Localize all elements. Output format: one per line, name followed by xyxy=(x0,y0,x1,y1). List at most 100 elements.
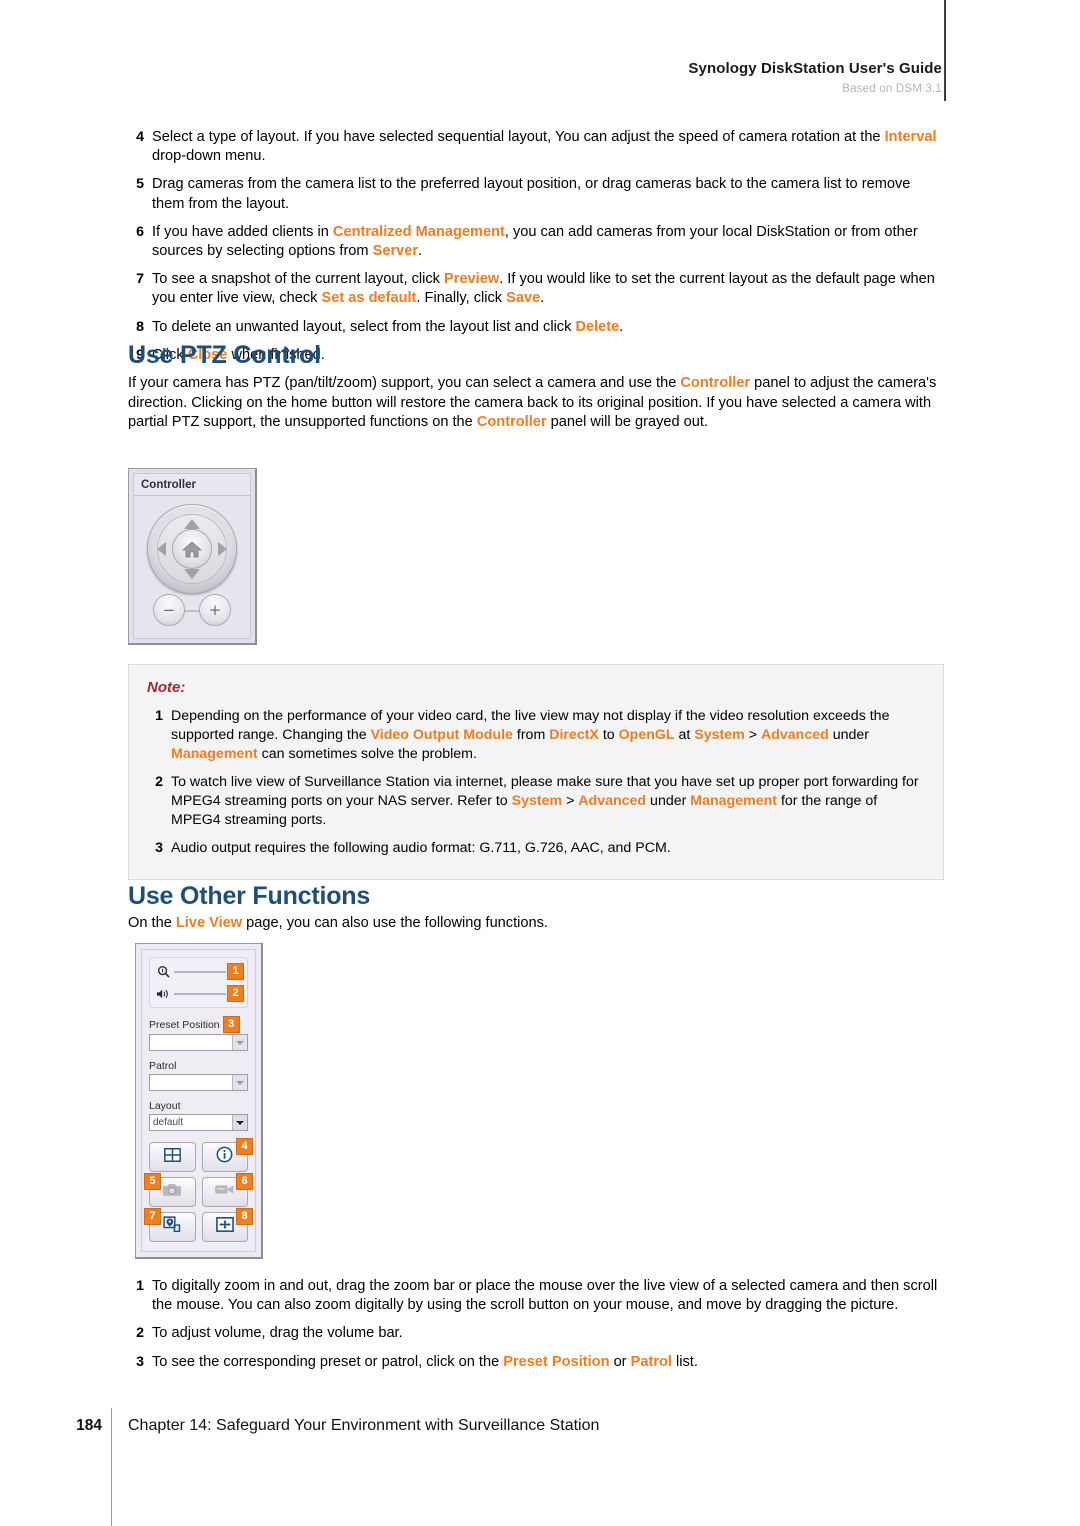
list-item-text: Audio output requires the following audi… xyxy=(171,840,671,856)
document-page: Synology DiskStation User's Guide Based … xyxy=(0,0,1080,1526)
list-item: 7 To see a snapshot of the current layout… xyxy=(128,270,944,308)
camcorder-icon xyxy=(214,1183,235,1201)
patrol-select[interactable] xyxy=(149,1074,248,1091)
fullscreen-button[interactable]: 8 xyxy=(201,1209,252,1242)
volume-slider-track[interactable] xyxy=(174,992,226,995)
ptz-dpad[interactable] xyxy=(147,504,237,594)
functions-panel-inner: 1 2 Preset Position 3 Patrol Layout defa… xyxy=(141,949,256,1252)
chevron-down-icon[interactable] xyxy=(232,1035,247,1050)
header-vertical-rule xyxy=(944,0,946,101)
list-item: 6 If you have added clients in Centralize… xyxy=(128,223,944,261)
controller-panel-title: Controller xyxy=(134,474,250,496)
text-run: under xyxy=(646,793,691,809)
volume-slider-row[interactable]: 2 xyxy=(154,985,243,1002)
list-item-number: 4 xyxy=(136,129,144,145)
preset-position-label-row: Preset Position 3 xyxy=(149,1017,248,1032)
keyword: Preset Position xyxy=(503,1353,610,1370)
footer-vertical-rule xyxy=(111,1408,112,1526)
snapshot-button[interactable]: 5 xyxy=(145,1174,196,1207)
list-item-text: To adjust volume, drag the volume bar. xyxy=(152,1325,403,1341)
keyword: Server xyxy=(372,243,419,260)
arrow-left-icon[interactable] xyxy=(157,542,166,556)
list-item-number: 5 xyxy=(136,176,144,193)
live-view-functions-panel: 1 2 Preset Position 3 Patrol Layout defa… xyxy=(135,943,263,1259)
list-item: 8 To delete an unwanted layout, select fr… xyxy=(128,318,944,337)
chapter-label: Chapter 14: Safeguard Your Environment w… xyxy=(128,1417,600,1434)
text-run: from xyxy=(512,727,550,743)
grid-icon xyxy=(163,1147,181,1167)
text-run: . xyxy=(418,243,423,260)
zoom-buttons-row: − + xyxy=(134,594,250,626)
page-number: 184 xyxy=(76,1417,102,1434)
zoom-slider-row[interactable]: 1 xyxy=(154,963,243,980)
ptz-paragraph: If your camera has PTZ (pan/tilt/zoom) s… xyxy=(128,374,944,433)
arrow-down-icon[interactable] xyxy=(184,569,200,579)
text-run: To adjust volume, drag the volume bar. xyxy=(152,1325,403,1342)
list-item: 2 To adjust volume, drag the volume bar. xyxy=(128,1324,944,1343)
layout-label-row: Layout xyxy=(149,1100,248,1112)
badge-2: 2 xyxy=(228,986,243,1001)
list-item-text: Drag cameras from the camera list to the… xyxy=(152,176,910,211)
info-icon xyxy=(216,1146,233,1168)
zoom-slider-track[interactable] xyxy=(174,970,226,973)
patrol-label: Patrol xyxy=(149,1060,177,1072)
note-list: 1 Depending on the performance of your vi… xyxy=(147,707,925,858)
list-item-number: 3 xyxy=(155,840,163,856)
chevron-down-icon[interactable] xyxy=(232,1075,247,1090)
text-run: to xyxy=(598,727,619,743)
arrow-up-icon[interactable] xyxy=(184,519,200,529)
keyword: Interval xyxy=(884,129,937,145)
layout-grid-button[interactable] xyxy=(149,1142,196,1172)
controller-panel: Controller − + xyxy=(128,468,257,645)
keyword: Patrol xyxy=(630,1353,672,1370)
list-item: 1 Depending on the performance of your vi… xyxy=(147,707,925,764)
chevron-down-icon[interactable] xyxy=(232,1115,247,1130)
text-run: . Finally, click xyxy=(416,290,507,307)
record-button[interactable]: 6 xyxy=(201,1174,252,1207)
list-item-text: To see the corresponding preset or patro… xyxy=(152,1354,698,1370)
preset-position-select[interactable] xyxy=(149,1034,248,1051)
top-steps-section: 4 Select a type of layout. If you have se… xyxy=(128,128,944,374)
list-item: 5 Drag cameras from the camera list to th… xyxy=(128,175,944,213)
text-run: . xyxy=(540,290,545,307)
magnifier-icon xyxy=(154,965,172,978)
list-item-text: Depending on the performance of your vid… xyxy=(171,708,889,762)
layout-select[interactable]: default xyxy=(149,1114,248,1131)
bottom-steps-list: 1 To digitally zoom in and out, drag the … xyxy=(128,1277,944,1372)
text-run: list. xyxy=(671,1353,698,1370)
function-buttons-grid: 4 5 6 7 8 xyxy=(145,1139,252,1242)
list-item: 4 Select a type of layout. If you have se… xyxy=(128,128,944,166)
text-run: page, you can also use the following fun… xyxy=(242,915,548,931)
text-run: drop-down menu. xyxy=(152,148,266,165)
zoom-in-button[interactable]: + xyxy=(199,594,231,626)
camera-icon xyxy=(162,1182,182,1202)
keyword: Advanced xyxy=(760,727,829,743)
text-run: If you have added clients in xyxy=(152,223,333,240)
list-item-number: 8 xyxy=(136,318,144,335)
arrow-right-icon[interactable] xyxy=(218,542,227,556)
keyword: Set as default xyxy=(321,290,417,307)
list-item-number: 6 xyxy=(136,223,144,240)
badge-1: 1 xyxy=(228,964,243,979)
preset-position-label: Preset Position xyxy=(149,1018,220,1031)
patrol-label-row: Patrol xyxy=(149,1060,248,1072)
badge-4: 4 xyxy=(237,1139,252,1154)
text-run: > xyxy=(744,727,761,743)
list-item-number: 1 xyxy=(136,1278,144,1294)
badge-6: 6 xyxy=(237,1174,252,1189)
camera-info-button[interactable]: 4 xyxy=(201,1139,252,1172)
e-map-button[interactable]: 7 xyxy=(145,1209,196,1242)
text-run: To see a snapshot of the current layout,… xyxy=(152,271,445,288)
page-title-other-functions: Use Other Functions xyxy=(128,882,371,910)
keyword: Live View xyxy=(175,915,243,931)
keyword: OpenGL xyxy=(618,727,675,743)
zoom-out-button[interactable]: − xyxy=(153,594,185,626)
keyword: System xyxy=(511,793,563,809)
home-icon[interactable] xyxy=(172,529,212,569)
text-run: under xyxy=(828,727,870,743)
list-item-number: 2 xyxy=(155,774,163,790)
other-paragraph-wrap: On the Live View page, you can also use … xyxy=(128,914,944,934)
text-run: To see the corresponding preset or patro… xyxy=(152,1353,504,1370)
page-title-ptz: Use PTZ Control xyxy=(128,341,321,369)
text-run: at xyxy=(674,727,695,743)
